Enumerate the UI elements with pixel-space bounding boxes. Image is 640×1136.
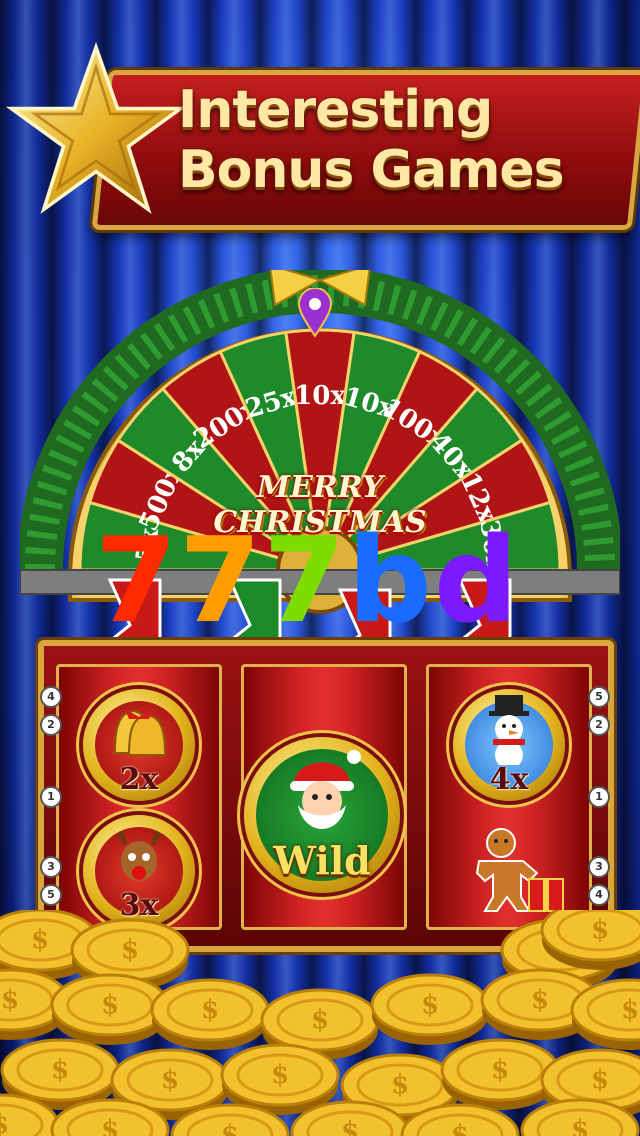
gift-icon [528,878,564,912]
gingerbread-icon[interactable] [459,827,569,917]
payline-marker: 5 [588,686,610,708]
brand-char: b [347,511,434,649]
svg-text:$: $ [31,925,49,955]
svg-text:$: $ [591,915,609,945]
svg-text:$: $ [0,1110,9,1136]
payline-marker: 3 [588,856,610,878]
santa-icon [290,750,361,829]
banner-title-line1: Interesting [178,80,493,140]
svg-text:$: $ [311,1005,329,1035]
wild-label: Wild [273,838,371,883]
brand-char: 7 [95,511,180,649]
snowman-icon [489,695,529,765]
svg-text:$: $ [591,1065,609,1095]
coin-icon: $ [440,1038,560,1110]
coin-icon: $ [150,978,270,1050]
payline-marker: 5 [40,884,62,906]
svg-text:$: $ [51,1055,69,1085]
reel-3[interactable]: 4x [426,664,592,930]
svg-text:$: $ [391,1070,409,1100]
banner-title: Interesting Bonus Games [178,80,618,200]
snowman-multiplier: 4x [489,762,529,797]
payline-marker: 1 [40,786,62,808]
bell-multiplier: 2x [119,762,159,797]
reindeer-icon [116,830,162,881]
brand-char: d [433,511,521,649]
reel-2[interactable]: Wild [241,664,407,930]
svg-text:$: $ [101,1115,119,1136]
svg-text:$: $ [571,1115,589,1136]
payline-marker: 1 [588,786,610,808]
payline-marker: 2 [40,714,62,736]
svg-text:$: $ [101,990,119,1020]
svg-text:$: $ [121,935,139,965]
brand-overlay-text: 777bd [95,515,555,645]
payline-marker: 2 [588,714,610,736]
bell-symbol[interactable]: 2x [83,689,195,801]
bell-icon [113,709,167,756]
svg-text:$: $ [421,990,439,1020]
svg-text:$: $ [161,1065,179,1095]
santa-wild-symbol[interactable]: Wild [244,737,400,893]
svg-text:$: $ [621,995,639,1025]
svg-text:$: $ [491,1055,509,1085]
snowman-symbol[interactable]: 4x [453,689,565,801]
banner-title-line2: Bonus Games [178,140,565,200]
brand-char: 7 [179,511,264,649]
svg-text:$: $ [221,1120,239,1136]
svg-text:$: $ [341,1117,359,1136]
payline-marker: 4 [588,884,610,906]
star-icon [6,42,186,215]
wheel-segment-label: 10x [294,381,346,411]
coin-icon: $ [370,973,490,1045]
svg-text:$: $ [271,1060,289,1090]
payline-marker: 3 [40,856,62,878]
payline-marker: 4 [40,686,62,708]
svg-text:$: $ [451,1120,469,1136]
svg-text:$: $ [1,985,19,1015]
svg-text:$: $ [201,995,219,1025]
brand-char: 7 [263,511,348,649]
reel-1[interactable]: 2x 3x [56,664,222,930]
svg-text:$: $ [531,985,549,1015]
slot-machine: 2x 3x Wild 4x 4 2 1 3 5 5 2 1 3 4 [38,640,614,952]
gold-coins: $ $ $ $ $ $ $ $ $ $ $ $ $ $ $ $ $ $ $ $ … [0,910,640,1136]
wheel-pointer-icon [297,288,333,338]
